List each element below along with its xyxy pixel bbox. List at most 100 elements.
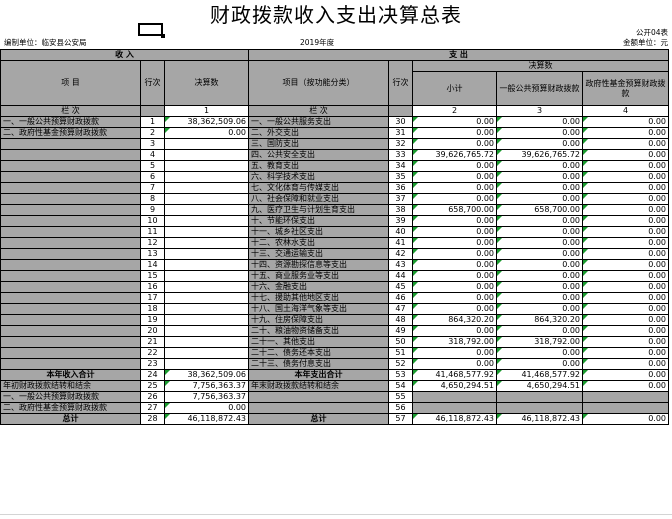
expense-subtotal-cell[interactable]: 0.00	[412, 303, 497, 315]
income-value-cell[interactable]: 0.00	[164, 127, 249, 139]
income-value-cell[interactable]	[164, 193, 249, 205]
income-value-cell[interactable]	[164, 336, 249, 348]
expense-fund-cell[interactable]: 0.00	[582, 292, 669, 304]
expense-fund-cell[interactable]: 0.00	[582, 182, 669, 194]
expense-general-cell[interactable]: 318,792.00	[496, 336, 583, 348]
income-value-cell[interactable]: 38,362,509.06	[164, 116, 249, 128]
income-value-cell[interactable]	[164, 160, 249, 172]
income-value-cell[interactable]	[164, 303, 249, 315]
expense-subtotal-cell[interactable]: 0.00	[412, 182, 497, 194]
expense-subtotal-cell[interactable]: 39,626,765.72	[412, 149, 497, 161]
expense-general-cell[interactable]: 0.00	[496, 281, 583, 293]
expense-general-cell[interactable]: 0.00	[496, 138, 583, 150]
expense-subtotal-cell[interactable]: 0.00	[412, 127, 497, 139]
expense-general-cell[interactable]: 0.00	[496, 171, 583, 183]
expense-subtotal-cell[interactable]: 0.00	[412, 281, 497, 293]
begin-fund-value[interactable]: 0.00	[164, 402, 249, 414]
expense-fund-cell[interactable]: 0.00	[582, 204, 669, 216]
expense-fund-cell[interactable]: 0.00	[582, 171, 669, 183]
expense-subtotal-cell[interactable]: 0.00	[412, 193, 497, 205]
expense-fund-cell[interactable]: 0.00	[582, 303, 669, 315]
expense-fund-cell[interactable]: 0.00	[582, 193, 669, 205]
expense-subtotal-cell[interactable]: 0.00	[412, 358, 497, 370]
expense-general-cell[interactable]: 0.00	[496, 248, 583, 260]
expense-fund-cell[interactable]: 0.00	[582, 314, 669, 326]
expense-subtotal-cell[interactable]: 0.00	[412, 259, 497, 271]
expense-fund-cell[interactable]: 0.00	[582, 281, 669, 293]
expense-general-cell[interactable]: 0.00	[496, 215, 583, 227]
expense-fund-cell[interactable]: 0.00	[582, 347, 669, 359]
income-value-cell[interactable]	[164, 149, 249, 161]
expense-fund-cell[interactable]: 0.00	[582, 259, 669, 271]
expense-fund-cell[interactable]: 0.00	[582, 116, 669, 128]
income-value-cell[interactable]	[164, 259, 249, 271]
income-value-cell[interactable]	[164, 182, 249, 194]
expense-subtotal-cell[interactable]: 0.00	[412, 347, 497, 359]
expense-fund-cell[interactable]: 0.00	[582, 325, 669, 337]
expense-subtotal-cell[interactable]: 864,320.20	[412, 314, 497, 326]
expense-subtotal-cell[interactable]: 0.00	[412, 226, 497, 238]
income-value-cell[interactable]	[164, 226, 249, 238]
expense-fund-cell[interactable]: 0.00	[582, 248, 669, 260]
expense-fund-cell[interactable]: 0.00	[582, 237, 669, 249]
expense-subtotal-cell[interactable]: 0.00	[412, 138, 497, 150]
income-value-cell[interactable]	[164, 270, 249, 282]
expense-subtotal-cell[interactable]: 0.00	[412, 325, 497, 337]
expense-fund-cell[interactable]: 0.00	[582, 226, 669, 238]
income-value-cell[interactable]	[164, 358, 249, 370]
end-balance-subtotal[interactable]: 4,650,294.51	[412, 380, 497, 392]
active-cell-cursor[interactable]	[138, 23, 165, 38]
expense-general-cell[interactable]: 0.00	[496, 182, 583, 194]
income-value-cell[interactable]	[164, 204, 249, 216]
expense-general-cell[interactable]: 0.00	[496, 259, 583, 271]
begin-general-value[interactable]: 7,756,363.37	[164, 391, 249, 403]
expense-fund-cell[interactable]: 0.00	[582, 336, 669, 348]
expense-general-cell[interactable]: 0.00	[496, 160, 583, 172]
expense-general-cell[interactable]: 39,626,765.72	[496, 149, 583, 161]
expense-fund-cell[interactable]: 0.00	[582, 270, 669, 282]
expense-subtotal-cell[interactable]: 318,792.00	[412, 336, 497, 348]
income-value-cell[interactable]	[164, 171, 249, 183]
expense-subtotal-cell[interactable]: 0.00	[412, 160, 497, 172]
income-value-cell[interactable]	[164, 325, 249, 337]
expense-general-cell[interactable]: 0.00	[496, 303, 583, 315]
expense-subtotal-cell[interactable]: 0.00	[412, 215, 497, 227]
expense-general-cell[interactable]: 864,320.20	[496, 314, 583, 326]
income-value-cell[interactable]	[164, 281, 249, 293]
expense-total-general[interactable]: 41,468,577.92	[496, 369, 583, 381]
expense-subtotal-cell[interactable]: 0.00	[412, 171, 497, 183]
expense-general-cell[interactable]: 0.00	[496, 325, 583, 337]
income-value-cell[interactable]	[164, 347, 249, 359]
expense-general-cell[interactable]: 658,700.00	[496, 204, 583, 216]
expense-total-fund[interactable]: 0.00	[582, 369, 669, 381]
income-value-cell[interactable]	[164, 248, 249, 260]
expense-fund-cell[interactable]: 0.00	[582, 127, 669, 139]
expense-subtotal-cell[interactable]: 658,700.00	[412, 204, 497, 216]
expense-fund-cell[interactable]: 0.00	[582, 215, 669, 227]
expense-grand-total-fund[interactable]: 0.00	[582, 413, 669, 425]
expense-general-cell[interactable]: 0.00	[496, 127, 583, 139]
expense-subtotal-cell[interactable]: 0.00	[412, 292, 497, 304]
income-value-cell[interactable]	[164, 292, 249, 304]
expense-fund-cell[interactable]: 0.00	[582, 358, 669, 370]
expense-subtotal-cell[interactable]: 0.00	[412, 116, 497, 128]
expense-total-subtotal[interactable]: 41,468,577.92	[412, 369, 497, 381]
expense-general-cell[interactable]: 0.00	[496, 226, 583, 238]
begin-balance-value[interactable]: 7,756,363.37	[164, 380, 249, 392]
expense-subtotal-cell[interactable]: 0.00	[412, 248, 497, 260]
expense-grand-total-general[interactable]: 46,118,872.43	[496, 413, 583, 425]
expense-general-cell[interactable]: 0.00	[496, 270, 583, 282]
expense-fund-cell[interactable]: 0.00	[582, 138, 669, 150]
expense-fund-cell[interactable]: 0.00	[582, 149, 669, 161]
expense-general-cell[interactable]: 0.00	[496, 237, 583, 249]
expense-fund-cell[interactable]: 0.00	[582, 160, 669, 172]
income-value-cell[interactable]	[164, 314, 249, 326]
expense-general-cell[interactable]: 0.00	[496, 193, 583, 205]
expense-general-cell[interactable]: 0.00	[496, 347, 583, 359]
expense-general-cell[interactable]: 0.00	[496, 358, 583, 370]
income-value-cell[interactable]	[164, 237, 249, 249]
expense-general-cell[interactable]: 0.00	[496, 116, 583, 128]
end-balance-general[interactable]: 4,650,294.51	[496, 380, 583, 392]
expense-grand-total-subtotal[interactable]: 46,118,872.43	[412, 413, 497, 425]
expense-subtotal-cell[interactable]: 0.00	[412, 270, 497, 282]
